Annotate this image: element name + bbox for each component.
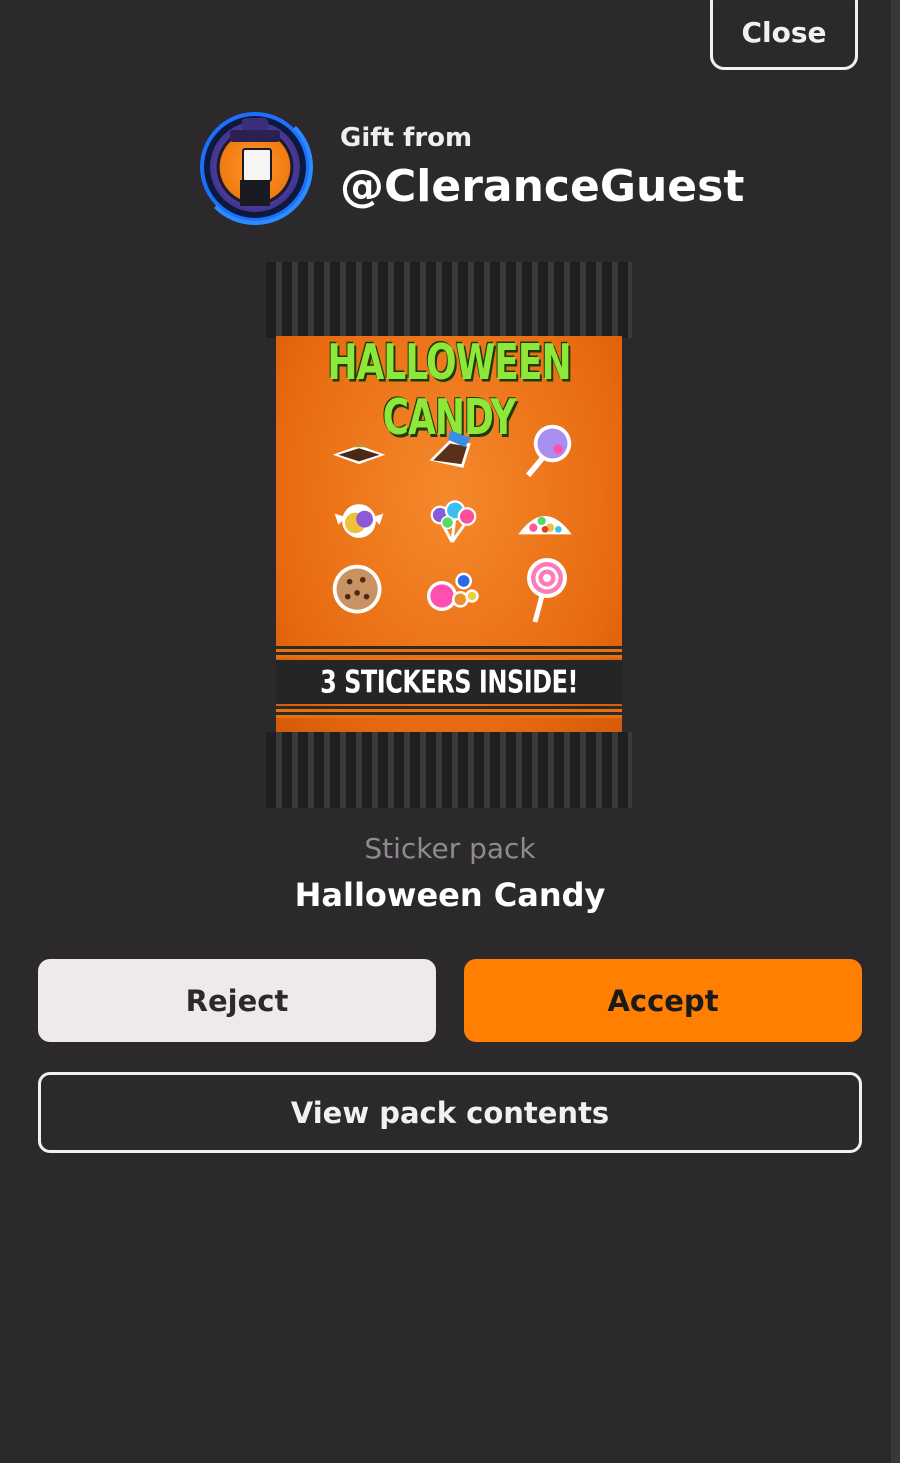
close-button[interactable]: Close (710, 0, 858, 70)
scrollbar[interactable] (891, 0, 900, 1463)
chocolate-chunk-icon (422, 424, 482, 478)
sticker-pack-art: HALLOWEEN CANDY 3 STICKERS INSIDE! (266, 262, 632, 808)
sender-username: @CleranceGuest (340, 160, 745, 212)
gift-from-label: Gift from (340, 122, 473, 153)
gift-dialog: Close Gift from @CleranceGuest HALLOWEEN… (0, 0, 900, 1463)
accept-button[interactable]: Accept (464, 959, 862, 1042)
sender-text: Gift from @CleranceGuest (340, 123, 744, 212)
view-pack-contents-button[interactable]: View pack contents (38, 1072, 862, 1153)
lollipop-bunch-icon (422, 494, 482, 548)
pack-body: HALLOWEEN CANDY 3 STICKERS INSIDE! (276, 336, 622, 736)
lollipop-icon (515, 424, 575, 478)
pack-stripes-bottom (276, 706, 622, 718)
sender-avatar (197, 109, 313, 225)
pack-art-band: 3 STICKERS INSIDE! (276, 660, 622, 704)
candy-grid (312, 416, 592, 626)
reject-button[interactable]: Reject (38, 959, 436, 1042)
avatar-ring (197, 109, 313, 225)
pack-crimp-bottom (266, 732, 632, 808)
pack-art-band-text: 3 STICKERS INSIDE! (320, 663, 578, 701)
cookie-icon (329, 564, 389, 618)
pack-name: Halloween Candy (294, 876, 606, 914)
gummy-pile-icon (515, 494, 575, 548)
chocolate-bar-icon (329, 424, 389, 478)
pack-type-label: Sticker pack (364, 832, 536, 865)
swirl-lollipop-icon (515, 558, 575, 623)
gumballs-icon (422, 564, 482, 618)
gift-sender: Gift from @CleranceGuest (197, 109, 744, 225)
pack-crimp-top (266, 262, 632, 338)
pack-stripes-top (276, 646, 622, 658)
wrapped-candy-icon (329, 494, 389, 548)
